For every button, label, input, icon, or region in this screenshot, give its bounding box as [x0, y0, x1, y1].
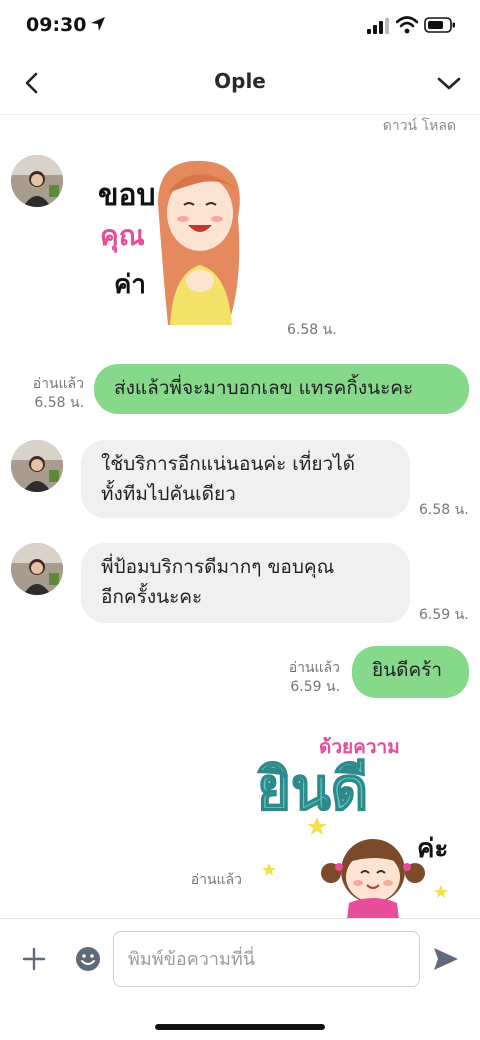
home-indicator — [155, 1024, 325, 1030]
chat-title: Ople — [214, 69, 266, 93]
cellular-signal-icon — [367, 18, 389, 34]
wifi-icon — [396, 16, 418, 34]
sticker-text-2: ยินดี — [257, 755, 368, 823]
message-text-line-2: ทั้งทีมไปคันเดียว — [101, 483, 236, 505]
sticker-text-2: คุณ — [100, 219, 145, 253]
chat-header: Ople — [0, 52, 480, 115]
status-bar: 09:30 — [0, 0, 480, 52]
emoji-icon[interactable] — [74, 945, 102, 973]
sticker-text-1: ขอบ — [98, 178, 156, 213]
thank-you-sticker[interactable]: ขอบ คุณ ค่า — [88, 153, 268, 328]
read-label: อ่านแล้ว — [288, 660, 340, 676]
avatar[interactable] — [11, 440, 63, 492]
battery-icon — [424, 17, 455, 33]
read-receipt: อ่านแล้ว 6.58 น. — [20, 375, 84, 413]
chevron-down-icon[interactable] — [434, 69, 464, 97]
avatar-photo-icon — [11, 440, 63, 492]
download-link[interactable]: ดาวน์ โหลด — [383, 115, 456, 137]
incoming-message-bubble[interactable]: ใช้บริการอีกแน่นอนค่ะ เที่ยวได้ ทั้งทีมไ… — [81, 440, 410, 518]
read-label: อ่านแล้ว — [32, 376, 84, 392]
plus-icon[interactable] — [20, 945, 48, 973]
message-text-line-1: พี่ป้อมบริการดีมากๆ ขอบคุณ — [101, 556, 335, 578]
outgoing-message-bubble[interactable]: ยินดีคร้า — [352, 646, 469, 698]
sticker-text-3: ค่ะ — [417, 834, 448, 864]
message-text: ยินดีคร้า — [372, 659, 443, 681]
sticker-text-3: ค่า — [114, 270, 146, 300]
location-arrow-icon — [91, 17, 105, 31]
read-receipt: อ่านแล้ว 6.59 น. — [276, 659, 340, 697]
message-time: 6.59 น. — [290, 679, 340, 695]
message-time: 6.58 น. — [34, 395, 84, 411]
message-time: 6.59 น. — [419, 607, 469, 623]
message-time: 6.58 น. — [419, 502, 469, 518]
avatar-photo-icon — [11, 155, 63, 207]
message-text: ส่งแล้วพี่จะมาบอกเลข แทรคกิ้งนะคะ — [114, 377, 414, 399]
read-receipt: อ่านแล้ว — [190, 872, 242, 888]
status-time: 09:30 — [26, 14, 87, 36]
avatar-photo-icon — [11, 543, 63, 595]
message-time: 6.58 น. — [287, 322, 337, 338]
message-text-line-1: ใช้บริการอีกแน่นอนค่ะ เที่ยวได้ — [101, 453, 356, 475]
message-input[interactable] — [113, 931, 420, 987]
message-text-line-2: อีกครั้งนะคะ — [101, 586, 203, 608]
avatar[interactable] — [11, 155, 63, 207]
incoming-message-bubble[interactable]: พี่ป้อมบริการดีมากๆ ขอบคุณ อีกครั้งนะคะ — [81, 543, 410, 623]
welcome-sticker[interactable]: ด้วยความ ยินดี ค่ะ — [255, 725, 470, 918]
outgoing-message-bubble[interactable]: ส่งแล้วพี่จะมาบอกเลข แทรคกิ้งนะคะ — [94, 364, 469, 414]
chat-messages[interactable]: ดาวน์ โหลด ขอบ คุณ ค่า 6.58 น. อ่านแล้ว … — [0, 115, 480, 918]
send-icon[interactable] — [431, 944, 461, 974]
avatar[interactable] — [11, 543, 63, 595]
message-composer — [0, 918, 480, 1040]
